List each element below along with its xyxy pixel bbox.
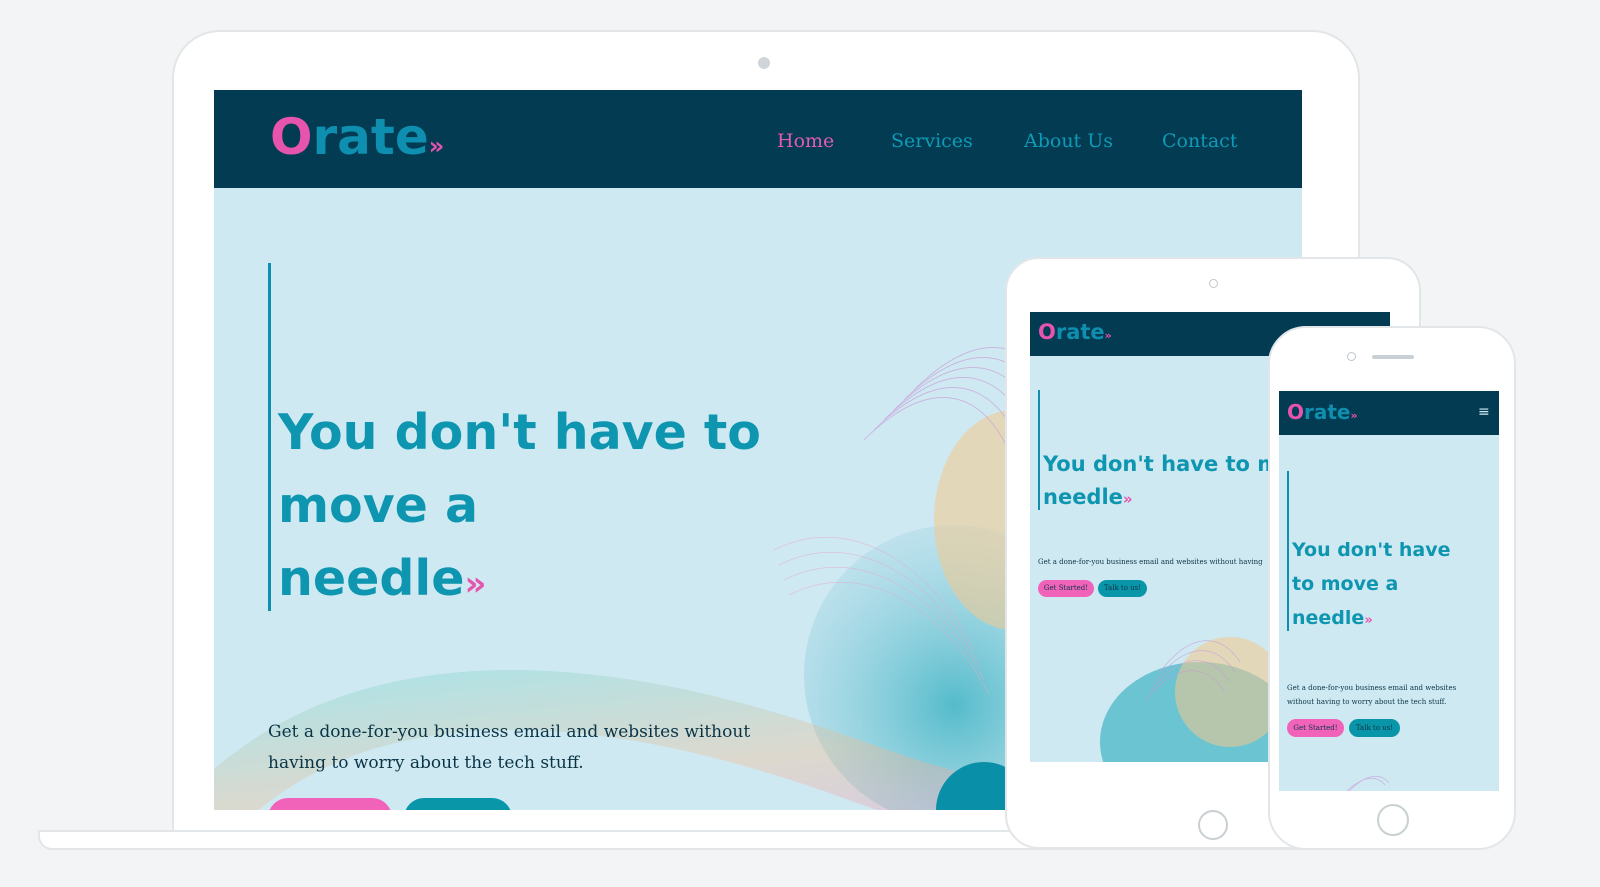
hero-subtitle: Get a done-for-you business email and we… [268,722,751,773]
phone-hero-subtitle: Get a done-for-you business email and we… [1287,684,1457,706]
tablet-brand-logo[interactable]: Orate» [1038,320,1112,344]
hero-heading-line2: move a [278,477,479,534]
phone-screen: Orate» ≡ You don't have to move a needle… [1279,391,1499,791]
tablet-home-button [1198,810,1228,840]
tablet-camera [1209,279,1218,288]
phone-hero-accent-bar [1287,471,1289,631]
tablet-get-started-button[interactable]: Get Started! [1038,580,1094,597]
brand-logo[interactable]: Orate» [270,108,444,166]
phone-hero-heading: You don't have to move a needle» [1292,539,1451,629]
phone-brand-logo[interactable]: Orate» [1287,400,1358,424]
nav-home[interactable]: Home [777,130,834,152]
tablet-hero-subtitle: Get a done-for-you business email and we… [1038,558,1263,566]
tablet-talk-to-us-button[interactable]: Talk to us! [1098,580,1147,597]
logo-text: rate [312,108,429,166]
phone-get-started-button[interactable]: Get Started! [1287,719,1344,737]
laptop-camera [758,57,770,69]
logo-letter-o: O [270,108,313,166]
phone-talk-to-us-button[interactable]: Talk to us! [1349,719,1400,737]
hero-heading-line1: You don't have to [278,404,761,461]
logo-chevron-icon: » [428,132,445,160]
hamburger-menu-icon[interactable]: ≡ [1478,404,1490,420]
hero-accent-chevron: » [464,564,487,604]
talk-to-us-button[interactable] [404,798,512,810]
nav-contact[interactable]: Contact [1162,130,1237,152]
tablet-hero-heading: You don't have to m needle» [1043,452,1280,509]
hero-accent-bar [268,263,271,611]
get-started-button[interactable] [268,798,392,810]
hero-heading-line3: needle [278,550,465,607]
tablet-hero-accent-bar [1038,390,1040,510]
phone-speaker [1372,355,1414,359]
hero-heading: You don't have to move a needle» [278,396,761,621]
phone-home-button [1377,804,1409,836]
nav-services[interactable]: Services [891,130,973,152]
nav-about-us[interactable]: About Us [1024,130,1113,152]
top-navbar: Orate» Home Services About Us Contact [214,90,1302,188]
phone-navbar: Orate» ≡ [1279,391,1499,435]
phone-camera [1347,352,1356,361]
